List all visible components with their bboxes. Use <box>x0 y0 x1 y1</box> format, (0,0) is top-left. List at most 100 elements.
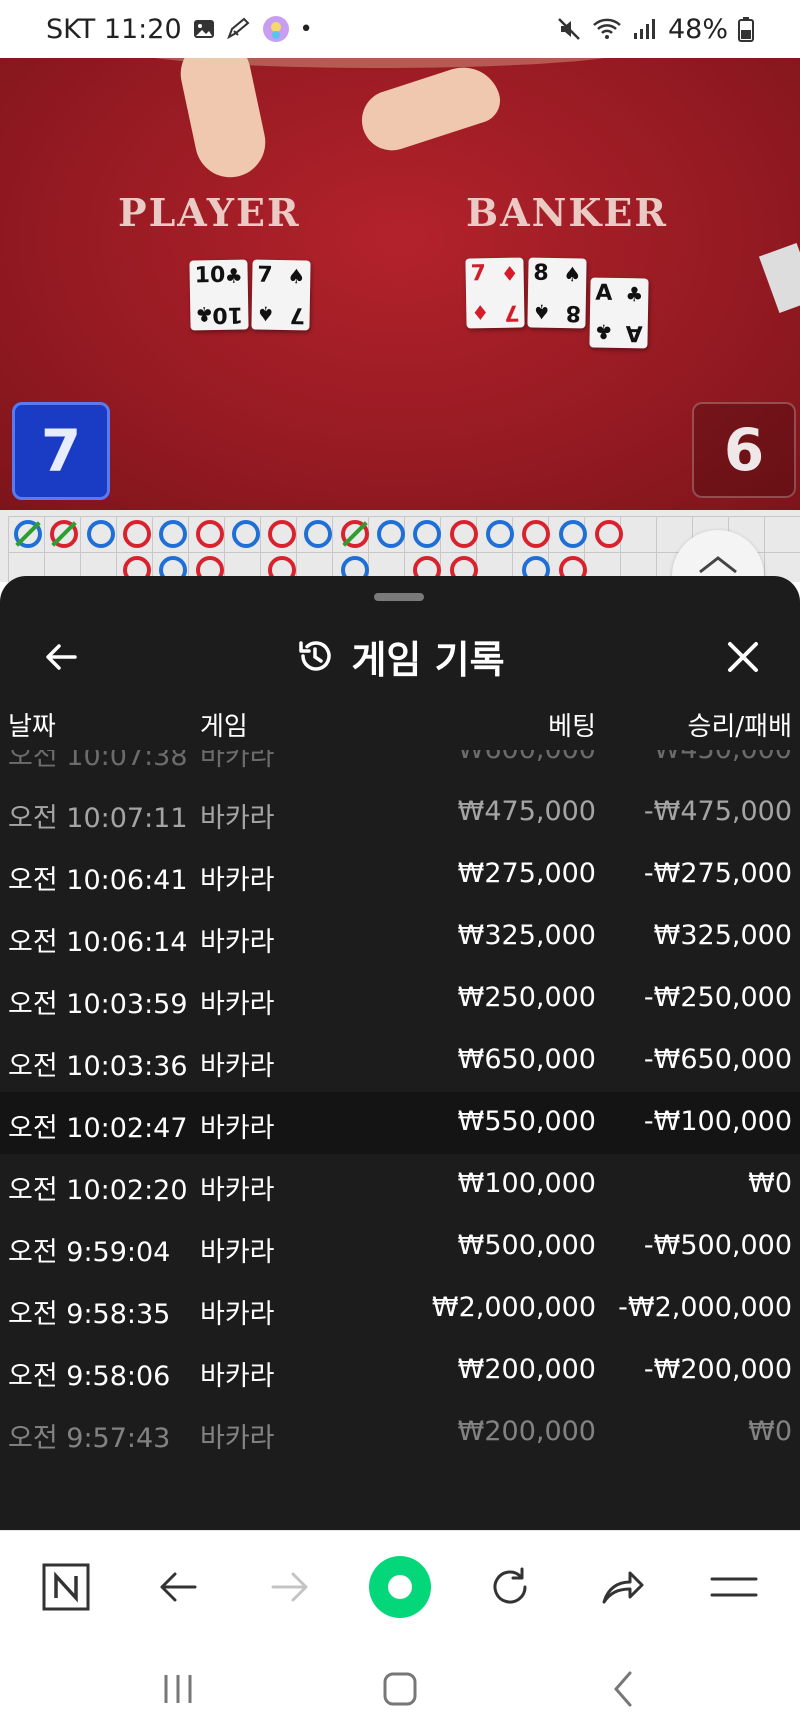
row-date: 오전 9:58:06 <box>8 1361 171 1392</box>
card-rank: 8 <box>533 260 549 286</box>
road-bead <box>485 520 514 548</box>
row-date: 오전 10:06:41 <box>8 865 188 896</box>
arrow-left-icon <box>46 644 77 670</box>
home-square-icon <box>383 1672 417 1706</box>
system-back-button[interactable] <box>594 1664 654 1714</box>
history-row[interactable]: 오전 10:07:11 바카라 ₩475,000 -₩475,000 <box>0 782 800 844</box>
history-row[interactable]: 오전 9:58:35 바카라 ₩2,000,000 -₩2,000,000 <box>0 1278 800 1340</box>
live-video-area[interactable]: PLAYER BANKER 10 ♣ 10 ♣ 7 ♠ 7 ♠ 7 ♦ 7 ♦ 8 ♠ 8 ♠ A ♣ A ♣ 7 … <box>0 58 800 510</box>
card-suit-icon: ♦ <box>471 300 490 325</box>
card-rank: 8 <box>565 300 581 326</box>
share-button[interactable] <box>592 1557 652 1617</box>
road-bead <box>558 520 587 548</box>
battery-icon <box>738 16 754 42</box>
row-bet: ₩650,000 <box>457 1044 596 1075</box>
history-row[interactable]: 오전 10:06:41 바카라 ₩275,000 -₩275,000 <box>0 844 800 906</box>
card-rank: 10 <box>194 262 226 289</box>
playing-card: 7 ♦ 7 ♦ <box>465 257 525 329</box>
row-date: 오전 10:07:11 <box>8 803 188 834</box>
expand-road-button[interactable] <box>672 530 764 582</box>
playing-card: 10 ♣ 10 ♣ <box>189 259 249 331</box>
road-bead <box>268 520 297 548</box>
history-icon <box>299 641 332 671</box>
card-rank: 7 <box>470 261 487 287</box>
history-row[interactable]: 오전 9:59:04 바카라 ₩500,000 -₩500,000 <box>0 1216 800 1278</box>
refresh-button[interactable] <box>480 1557 540 1617</box>
recent-apps-button[interactable] <box>148 1664 208 1714</box>
row-game: 바카라 <box>200 1423 275 1454</box>
player-label: PLAYER <box>118 190 301 235</box>
card-suit-icon: ♣ <box>625 282 644 307</box>
close-icon <box>728 642 758 672</box>
card-rank: 7 <box>257 262 273 288</box>
playing-card: A ♣ A ♣ <box>589 277 649 349</box>
row-bet: ₩2,000,000 <box>431 1292 596 1323</box>
history-list[interactable]: 오전 10:07:38 바카라 ₩600,000 ₩450,000 오전 10:07:1… <box>0 750 800 1530</box>
col-bet: 베팅 <box>548 712 596 742</box>
playing-card: 7 ♠ 7 ♠ <box>251 259 311 331</box>
browser-forward-button[interactable] <box>260 1557 320 1617</box>
history-row[interactable]: 오전 10:06:14 바카라 ₩325,000 ₩325,000 <box>0 906 800 968</box>
card-suit-icon: ♠ <box>532 299 551 324</box>
sheet-title: 게임 기록 <box>351 637 505 682</box>
card-suit-icon: ♠ <box>563 262 582 287</box>
row-result: -₩100,000 <box>643 1106 792 1137</box>
card-rank: A <box>595 280 613 306</box>
row-game: 바카라 <box>200 1113 275 1144</box>
row-date: 오전 10:03:36 <box>8 1051 188 1082</box>
recent-apps-icon <box>164 1675 192 1703</box>
row-date: 오전 10:03:59 <box>8 989 188 1020</box>
road-bead <box>449 520 478 548</box>
drag-handle[interactable] <box>374 593 424 601</box>
row-result: -₩200,000 <box>643 1354 792 1385</box>
close-button[interactable] <box>718 632 768 682</box>
history-row[interactable]: 오전 10:03:59 바카라 ₩250,000 -₩250,000 <box>0 968 800 1030</box>
road-bead <box>86 520 115 548</box>
game-history-sheet: 게임 기록 날짜 게임 베팅 승리/패배 오전 10:07:38 바카라 ₩600,… <box>0 576 800 1530</box>
row-bet: ₩100,000 <box>457 1168 596 1199</box>
playing-card: 8 ♠ 8 ♠ <box>527 257 587 329</box>
row-game: 바카라 <box>200 927 275 958</box>
road-bead <box>377 520 405 548</box>
naver-home-button[interactable] <box>36 1557 96 1617</box>
card-suit-icon: ♣ <box>195 302 214 327</box>
arrow-left-icon <box>160 1572 197 1602</box>
row-result: -₩475,000 <box>643 796 792 827</box>
row-game: 바카라 <box>200 989 275 1020</box>
history-row[interactable]: 오전 10:03:36 바카라 ₩650,000 -₩650,000 <box>0 1030 800 1092</box>
bead-road <box>0 510 800 582</box>
row-bet: ₩250,000 <box>457 982 596 1013</box>
road-bead <box>122 520 151 548</box>
row-game: 바카라 <box>200 1237 275 1268</box>
row-date: 오전 9:58:35 <box>8 1299 171 1330</box>
row-game: 바카라 <box>200 750 275 772</box>
signal-icon <box>632 17 658 41</box>
card-suit-icon: ♦ <box>500 261 519 286</box>
card-suit-icon: ♠ <box>287 264 306 289</box>
menu-button[interactable] <box>704 1557 764 1617</box>
history-row[interactable]: 오전 9:58:06 바카라 ₩200,000 -₩200,000 <box>0 1340 800 1402</box>
refresh-icon <box>493 1567 527 1604</box>
row-result: -₩650,000 <box>643 1044 792 1075</box>
row-date: 오전 9:57:43 <box>8 1423 171 1454</box>
banker-score: 6 <box>692 402 796 498</box>
row-result: ₩450,000 <box>654 750 792 765</box>
row-game: 바카라 <box>200 803 275 834</box>
row-date: 오전 9:59:04 <box>8 1237 171 1268</box>
history-row[interactable]: 오전 10:02:47 바카라 ₩550,000 -₩100,000 <box>0 1092 800 1154</box>
back-button[interactable] <box>36 632 86 682</box>
naver-n-icon <box>42 1563 90 1611</box>
card-suit-icon: ♣ <box>224 263 243 288</box>
card-shoe <box>758 242 800 314</box>
row-result: -₩2,000,000 <box>618 1292 792 1323</box>
history-row[interactable]: 오전 10:07:38 바카라 ₩600,000 ₩450,000 <box>0 750 800 782</box>
history-row[interactable]: 오전 10:02:20 바카라 ₩100,000 ₩0 <box>0 1154 800 1216</box>
home-button[interactable] <box>370 1664 430 1714</box>
col-result: 승리/패배 <box>687 712 792 742</box>
row-result: ₩0 <box>748 1416 792 1447</box>
browser-back-button[interactable] <box>148 1557 208 1617</box>
green-dot-button[interactable] <box>368 1555 432 1619</box>
card-rank: 7 <box>289 302 305 328</box>
dealer-right-hand <box>354 58 506 159</box>
history-row[interactable]: 오전 9:57:43 바카라 ₩200,000 ₩0 <box>0 1402 800 1464</box>
